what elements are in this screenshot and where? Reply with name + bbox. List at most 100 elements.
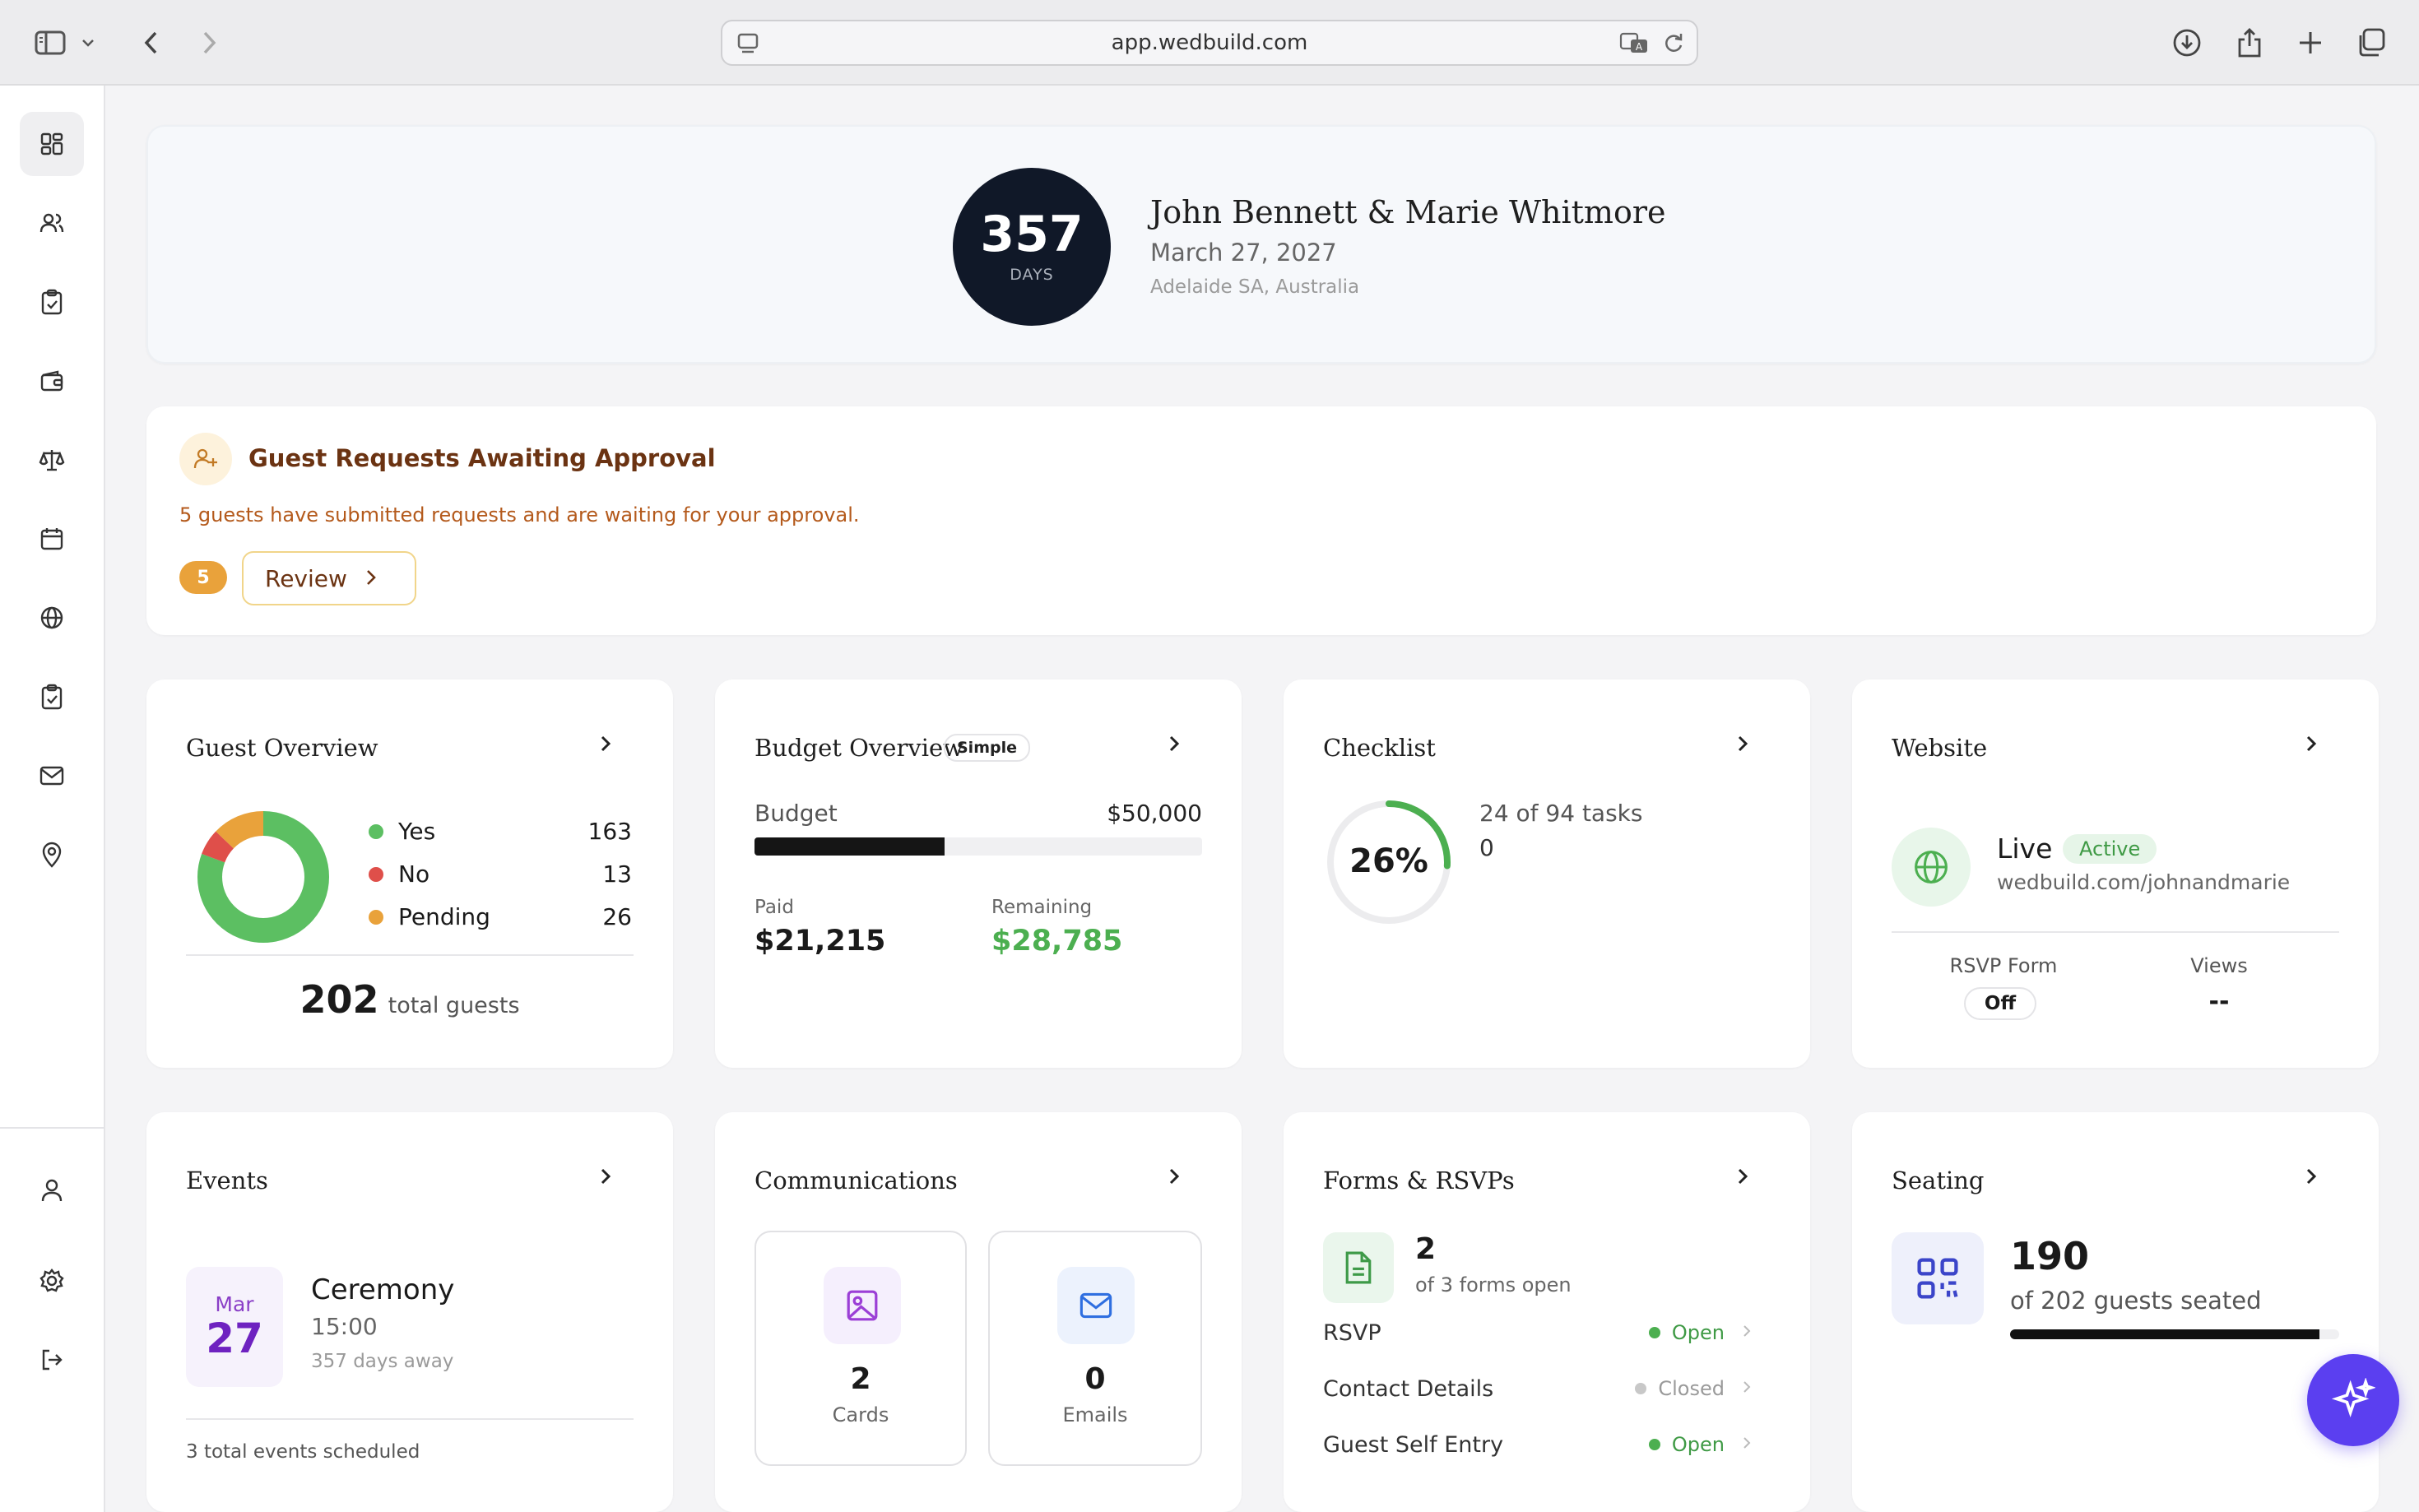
nav-settings-gear-icon[interactable] [20,1249,84,1313]
events-footer: 3 total events scheduled [186,1441,420,1463]
chevron-right-icon[interactable] [1736,734,1749,757]
requests-count-badge: 5 [179,561,227,594]
chevron-right-icon[interactable] [1736,1166,1749,1190]
globe-icon [1892,828,1971,907]
emails-count: 0 [1084,1362,1106,1396]
chevron-right-icon[interactable] [1168,1166,1181,1190]
forward-icon[interactable] [188,21,230,64]
user-plus-icon [179,433,232,485]
nav-scales-icon[interactable] [20,428,84,492]
website-status: Live [1997,833,2053,865]
nav-profile-icon[interactable] [20,1158,84,1222]
event-day: 27 [206,1315,263,1362]
chevron-right-icon [1743,1436,1751,1453]
nav-dashboard-icon[interactable] [20,112,84,176]
nav-logout-icon[interactable] [20,1328,84,1392]
yes-label: Yes [398,818,436,845]
website-active-badge: Active [2063,834,2157,864]
nav-website-globe-icon[interactable] [20,586,84,650]
event-date-tile: Mar 27 [186,1267,283,1387]
rsvp-form-toggle[interactable]: Off [1964,987,2036,1020]
website-card[interactable]: Website Live Active wedbuild.com/johnand… [1852,679,2379,1068]
no-label: No [398,860,430,888]
reload-icon[interactable] [1662,31,1685,62]
countdown-badge: 357 DAYS [953,168,1111,326]
events-title: Events [186,1166,268,1194]
budget-overview-title: Budget Overview [754,734,963,762]
back-icon[interactable] [130,21,173,64]
status-dot [1648,1439,1660,1450]
form-status: Closed [1635,1377,1725,1400]
chevron-right-icon [1743,1380,1751,1397]
nav-calendar-icon[interactable] [20,507,84,571]
mail-icon [1057,1267,1135,1344]
form-status-text: Closed [1658,1377,1725,1400]
ai-assistant-sparkle-button[interactable] [2307,1354,2399,1446]
sidebar-toggle-icon[interactable] [30,21,72,64]
qr-code-icon [1892,1232,1984,1324]
guest-requests-card: Guest Requests Awaiting Approval 5 guest… [146,406,2376,635]
forms-title: Forms & RSVPs [1323,1166,1515,1194]
checklist-card[interactable]: Checklist 26% 24 of 94 tasks 0 [1284,679,1810,1068]
total-guests-label: total guests [388,993,520,1018]
nav-checklist-icon[interactable] [20,270,84,334]
chevron-right-icon[interactable] [599,734,612,757]
form-status: Open [1648,1433,1725,1456]
chevron-right-icon[interactable] [1168,734,1181,757]
budget-total: $50,000 [1107,800,1202,827]
sparkle-icon [2331,1378,2375,1418]
countdown-unit: DAYS [1010,266,1054,284]
share-icon[interactable] [2228,21,2271,64]
sidebar-divider [0,1127,104,1129]
form-name: Guest Self Entry [1323,1431,1504,1458]
total-guests: 202 total guests [146,977,673,1022]
chevron-right-icon[interactable] [599,1166,612,1190]
budget-overview-card[interactable]: Budget Overview Simple Budget $50,000 Pa… [715,679,1242,1068]
nav-forms-icon[interactable] [20,665,84,729]
cards-tile[interactable]: 2 Cards [754,1231,967,1466]
form-row[interactable]: Guest Self Entry Open [1323,1426,1751,1463]
budget-progress-fill [754,837,945,856]
website-url[interactable]: wedbuild.com/johnandmarie [1997,870,2290,894]
nav-guests-icon[interactable] [20,191,84,255]
page-icon [736,31,760,62]
event-name: Ceremony [311,1273,455,1306]
review-button[interactable]: Review [242,551,416,605]
wedding-date: March 27, 2027 [1150,239,1337,267]
cards-count: 2 [850,1362,871,1396]
form-row[interactable]: Contact Details Closed [1323,1371,1751,1407]
checklist-tasks: 24 of 94 tasks [1479,800,1643,827]
review-button-label: Review [265,564,347,592]
pending-dot [369,909,383,925]
download-icon[interactable] [2166,21,2208,64]
nav-mail-icon[interactable] [20,744,84,808]
seating-card[interactable]: Seating 190 of 202 guests seated [1852,1112,2379,1512]
communications-card[interactable]: Communications 2 Cards 0 Emails [715,1112,1242,1512]
chevron-down-icon[interactable] [76,21,100,64]
seating-title: Seating [1892,1166,1985,1194]
rsvp-form-label: RSVP Form [1949,954,2058,977]
address-bar[interactable]: app.wedbuild.com A [721,20,1698,66]
nav-budget-wallet-icon[interactable] [20,349,84,413]
legend-yes: Yes 163 [369,818,632,845]
form-row[interactable]: RSVP Open [1323,1315,1751,1351]
nav-location-pin-icon[interactable] [20,823,84,887]
translate-icon[interactable]: A [1619,31,1651,62]
forms-rsvps-card[interactable]: Forms & RSVPs 2 of 3 forms open RSVP Ope… [1284,1112,1810,1512]
seated-sub: of 202 guests seated [2010,1287,2262,1315]
countdown-days: 357 [980,206,1084,263]
seating-progress-bar [2010,1329,2339,1339]
emails-tile[interactable]: 0 Emails [988,1231,1202,1466]
chevron-right-icon[interactable] [2305,1166,2318,1190]
legend-no: No 13 [369,860,632,888]
events-card[interactable]: Events Mar 27 Ceremony 15:00 357 days aw… [146,1112,673,1512]
form-status-text: Open [1671,1321,1725,1344]
budget-progress-bar [754,837,1202,856]
form-status: Open [1648,1321,1725,1344]
guest-overview-card[interactable]: Guest Overview Yes 163 No 13 Pending 26 … [146,679,673,1068]
chevron-right-icon[interactable] [2305,734,2318,757]
tab-overview-icon[interactable] [2350,21,2393,64]
browser-toolbar: app.wedbuild.com A [0,0,2419,86]
new-tab-icon[interactable] [2289,21,2332,64]
checklist-extra: 0 [1479,834,1494,861]
